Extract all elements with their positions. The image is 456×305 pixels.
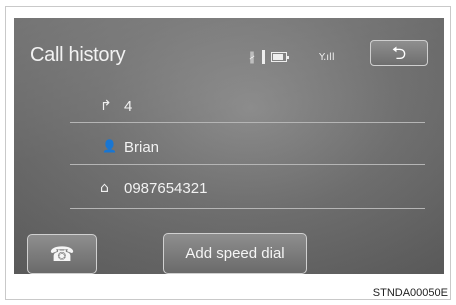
outgoing-call-icon: ↱ [100, 98, 112, 114]
call-button[interactable]: ☎ [27, 234, 97, 274]
row-divider [70, 122, 425, 123]
back-button[interactable]: ⮌ [370, 40, 428, 66]
home-icon: ⌂ [100, 180, 109, 196]
signal-strength-icon: Y.ıll [319, 52, 335, 63]
back-arrow-icon: ⮌ [391, 43, 407, 63]
bluetooth-bar [262, 50, 265, 64]
call-history-screen: Call history ∦ Y.ıll ⮌ ↱ 4 👤 Brian ⌂ 098… [14, 18, 444, 274]
contact-name: Brian [124, 139, 160, 156]
call-count: 4 [124, 98, 133, 115]
person-icon: 👤 [102, 139, 117, 153]
page-title: Call history [30, 44, 126, 66]
battery-icon [271, 52, 289, 62]
add-speed-dial-button[interactable]: Add speed dial [163, 233, 307, 274]
row-divider [70, 208, 425, 209]
bluetooth-icon: ∦ [249, 50, 255, 64]
figure-caption: STNDA00050E [372, 287, 448, 299]
phone-icon: ☎ [49, 242, 75, 266]
phone-number: 0987654321 [124, 180, 208, 197]
row-divider [70, 164, 425, 165]
